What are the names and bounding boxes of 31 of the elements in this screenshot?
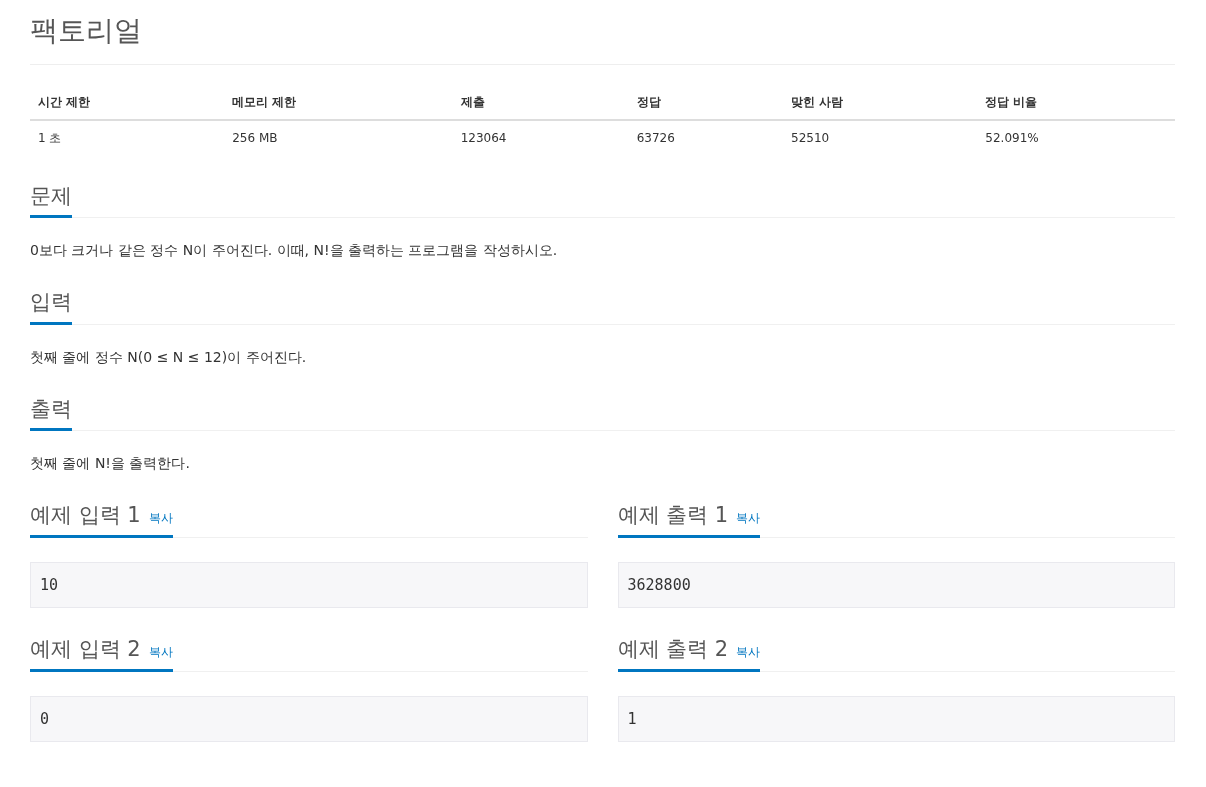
page-title: 팩토리얼 [30,14,1175,65]
column-header: 정답 [628,84,784,120]
copy-link[interactable]: 복사 [736,643,761,662]
copy-link[interactable]: 복사 [736,509,761,528]
section-heading: 예제 입력 2 [30,636,141,664]
code-block: 1 [617,695,1175,743]
section-heading: 예제 출력 2 [617,636,729,664]
table-cell: 52510 [783,119,978,155]
section-heading: 문제 [30,180,72,219]
section-heading: 출력 [30,393,72,432]
copy-link[interactable]: 복사 [148,509,173,528]
code-block: 0 [30,695,588,743]
table-cell: 123064 [452,119,629,155]
table-cell: 63726 [628,119,784,155]
table-cell: 52.091% [977,119,1175,155]
code-block: 10 [30,561,588,609]
table-cell: 256 MB [224,119,453,155]
paragraph: 0보다 크거나 같은 정수 N이 주어진다. 이때, N!을 출력하는 프로그램을 작성하시오. [30,241,559,261]
section-heading: 입력 [30,287,72,325]
column-header: 메모리 제한 [224,84,453,120]
table-cell: 1 초 [30,119,225,155]
column-header: 시간 제한 [30,84,225,120]
section-heading: 예제 출력 1 [617,502,729,530]
section-heading: 예제 입력 1 [30,502,141,530]
paragraph: 첫째 줄에 N!을 출력한다. [30,454,191,474]
paragraph: 첫째 줄에 정수 N(0 ≤ N ≤ 12)이 주어진다. [30,347,308,367]
column-header: 정답 비율 [977,84,1175,120]
copy-link[interactable]: 복사 [148,643,173,662]
code-block: 3628800 [617,561,1175,609]
column-header: 제출 [452,84,629,120]
column-header: 맞힌 사람 [783,84,978,120]
